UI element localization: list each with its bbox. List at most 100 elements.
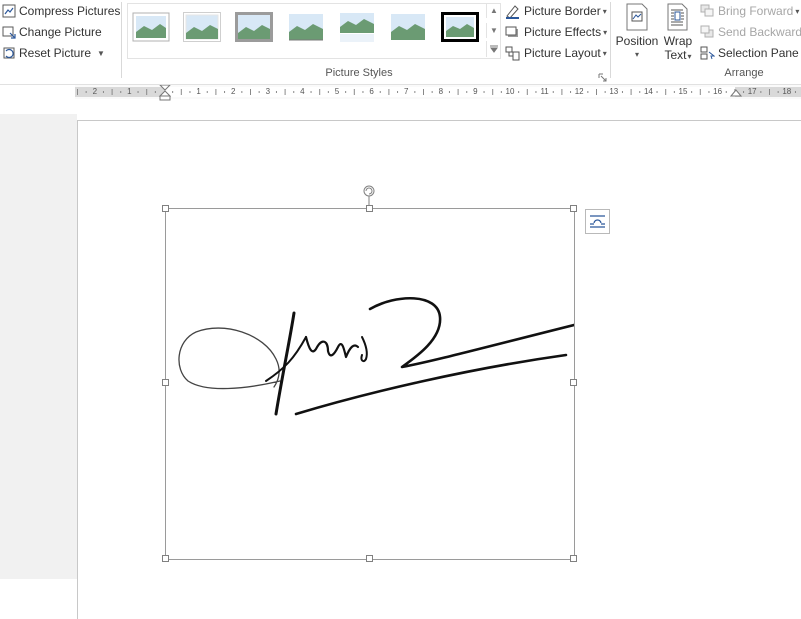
resize-handle-bottom-right[interactable] (570, 555, 577, 562)
wrap-label-1: Wrap (663, 34, 693, 48)
chevron-down-icon[interactable]: ▼ (97, 49, 105, 58)
picture-border-label: Picture Border (524, 4, 601, 18)
gallery-scroll-up[interactable]: ▲ (486, 3, 501, 18)
picture-layout-label: Picture Layout (524, 46, 601, 60)
change-picture-button[interactable]: Change Picture (2, 23, 102, 41)
ruler-label: 18 (782, 87, 792, 96)
picture-layout-button[interactable]: Picture Layout ▾ (505, 44, 607, 62)
gallery-style-2[interactable] (182, 10, 222, 43)
more-icon (490, 45, 498, 53)
selection-pane-button[interactable]: Selection Pane (700, 44, 799, 62)
ruler-label: 12 (574, 87, 584, 96)
picture-layout-icon (505, 46, 520, 60)
wrap-text-label-line2: Text▾ (664, 48, 691, 64)
layout-options-button[interactable] (585, 209, 610, 234)
ruler-label: 2 (230, 87, 236, 96)
right-indent-marker-icon[interactable] (730, 89, 742, 99)
gallery-style-6[interactable] (388, 10, 428, 43)
reset-picture-icon (3, 47, 15, 59)
ruler-label: 10 (505, 87, 515, 96)
selection-pane-label: Selection Pane (718, 46, 799, 60)
group-divider (121, 2, 122, 78)
compress-pictures-button[interactable]: Compress Pictures (2, 2, 120, 20)
resize-handle-top[interactable] (366, 205, 373, 212)
bring-forward-label: Bring Forward (718, 4, 794, 18)
gallery-scroll-down[interactable]: ▼ (486, 23, 501, 38)
landscape-thumbnail-icon (289, 13, 323, 41)
landscape-thumbnail-icon (132, 12, 170, 41)
dialog-launcher-icon[interactable] (598, 69, 607, 82)
picture-styles-group-label: Picture Styles (325, 67, 393, 79)
selected-picture[interactable] (165, 208, 576, 560)
group-divider (610, 2, 611, 78)
chevron-down-icon: ▾ (602, 48, 607, 58)
picture-effects-label: Picture Effects (524, 25, 602, 39)
selection-pane-icon (700, 46, 715, 60)
wrap-label-2: Text (664, 48, 687, 62)
ruler-label: 4 (300, 87, 305, 96)
picture-effects-button[interactable]: Picture Effects ▾ (505, 23, 607, 41)
indent-marker-icon[interactable] (159, 85, 171, 101)
landscape-thumbnail-icon (391, 13, 425, 40)
picture-effects-icon (505, 26, 518, 37)
chevron-down-icon: ▾ (687, 52, 692, 61)
position-button[interactable]: Position ▾ (615, 3, 659, 62)
gallery-more-button[interactable] (486, 41, 501, 57)
wrap-text-button[interactable]: Wrap Text▾ (659, 3, 697, 64)
gallery-style-5[interactable] (337, 10, 377, 43)
horizontal-ruler[interactable]: 2 1 1 2 3 4 5 6 7 8 9 10 11 12 13 14 15 16 17 18 (75, 85, 801, 101)
gallery-style-3[interactable] (234, 10, 274, 43)
ruler-label: 1 (196, 87, 201, 96)
ruler-label: 17 (747, 87, 757, 96)
landscape-thumbnail-icon (235, 11, 273, 42)
ruler-label: 6 (369, 87, 374, 96)
picture-border-icon (506, 4, 519, 19)
ruler-label: 15 (678, 87, 688, 96)
picture-border-button[interactable]: Picture Border ▾ (505, 2, 607, 20)
gallery-style-1[interactable] (131, 10, 171, 43)
ruler-label: 1 (127, 87, 132, 96)
send-backward-label: Send Backward (718, 25, 801, 39)
send-backward-icon (700, 25, 714, 38)
landscape-thumbnail-icon (183, 11, 221, 42)
chevron-down-icon: ▾ (603, 27, 608, 37)
landscape-thumbnail-icon (340, 12, 374, 42)
resize-handle-right[interactable] (570, 379, 577, 386)
resize-handle-bottom[interactable] (366, 555, 373, 562)
resize-handle-top-left[interactable] (162, 205, 169, 212)
ruler-label: 2 (92, 87, 98, 96)
bring-forward-button[interactable]: Bring Forward ▾ (700, 2, 799, 20)
ruler-label: 16 (713, 87, 723, 96)
wrap-text-icon (667, 3, 688, 31)
position-label: Position (615, 34, 659, 48)
ruler-label: 9 (473, 87, 478, 96)
arrange-group-label: Arrange (724, 67, 764, 79)
landscape-thumbnail-icon (441, 11, 479, 42)
ruler-label: 13 (609, 87, 619, 96)
layout-options-icon (590, 215, 605, 228)
resize-handle-bottom-left[interactable] (162, 555, 169, 562)
resize-handle-top-right[interactable] (570, 205, 577, 212)
gallery-style-7[interactable] (440, 10, 480, 43)
resize-handle-left[interactable] (162, 379, 169, 386)
ruler-label: 7 (403, 87, 409, 96)
gallery-style-4[interactable] (286, 10, 326, 43)
ruler-label: 14 (643, 87, 653, 96)
compress-icon (2, 4, 16, 18)
ruler-label: 3 (265, 87, 271, 96)
chevron-down-icon: ▾ (795, 6, 800, 16)
ruler-label: 5 (334, 87, 340, 96)
handwritten-signature-image (178, 297, 576, 416)
bring-forward-icon (700, 4, 714, 17)
change-picture-label: Change Picture (19, 25, 102, 39)
reset-picture-button[interactable]: Reset Picture ▼ (2, 44, 105, 62)
reset-picture-label: Reset Picture (19, 46, 92, 60)
canvas-margin (0, 114, 77, 579)
position-icon (626, 3, 648, 31)
ribbon: Compress Pictures Change Picture Reset P… (0, 0, 801, 85)
chevron-down-icon: ▾ (634, 50, 639, 59)
change-picture-icon (2, 26, 16, 39)
ruler-label: 11 (540, 87, 549, 96)
ruler-label: 8 (438, 87, 444, 96)
send-backward-button[interactable]: Send Backward (700, 23, 801, 41)
